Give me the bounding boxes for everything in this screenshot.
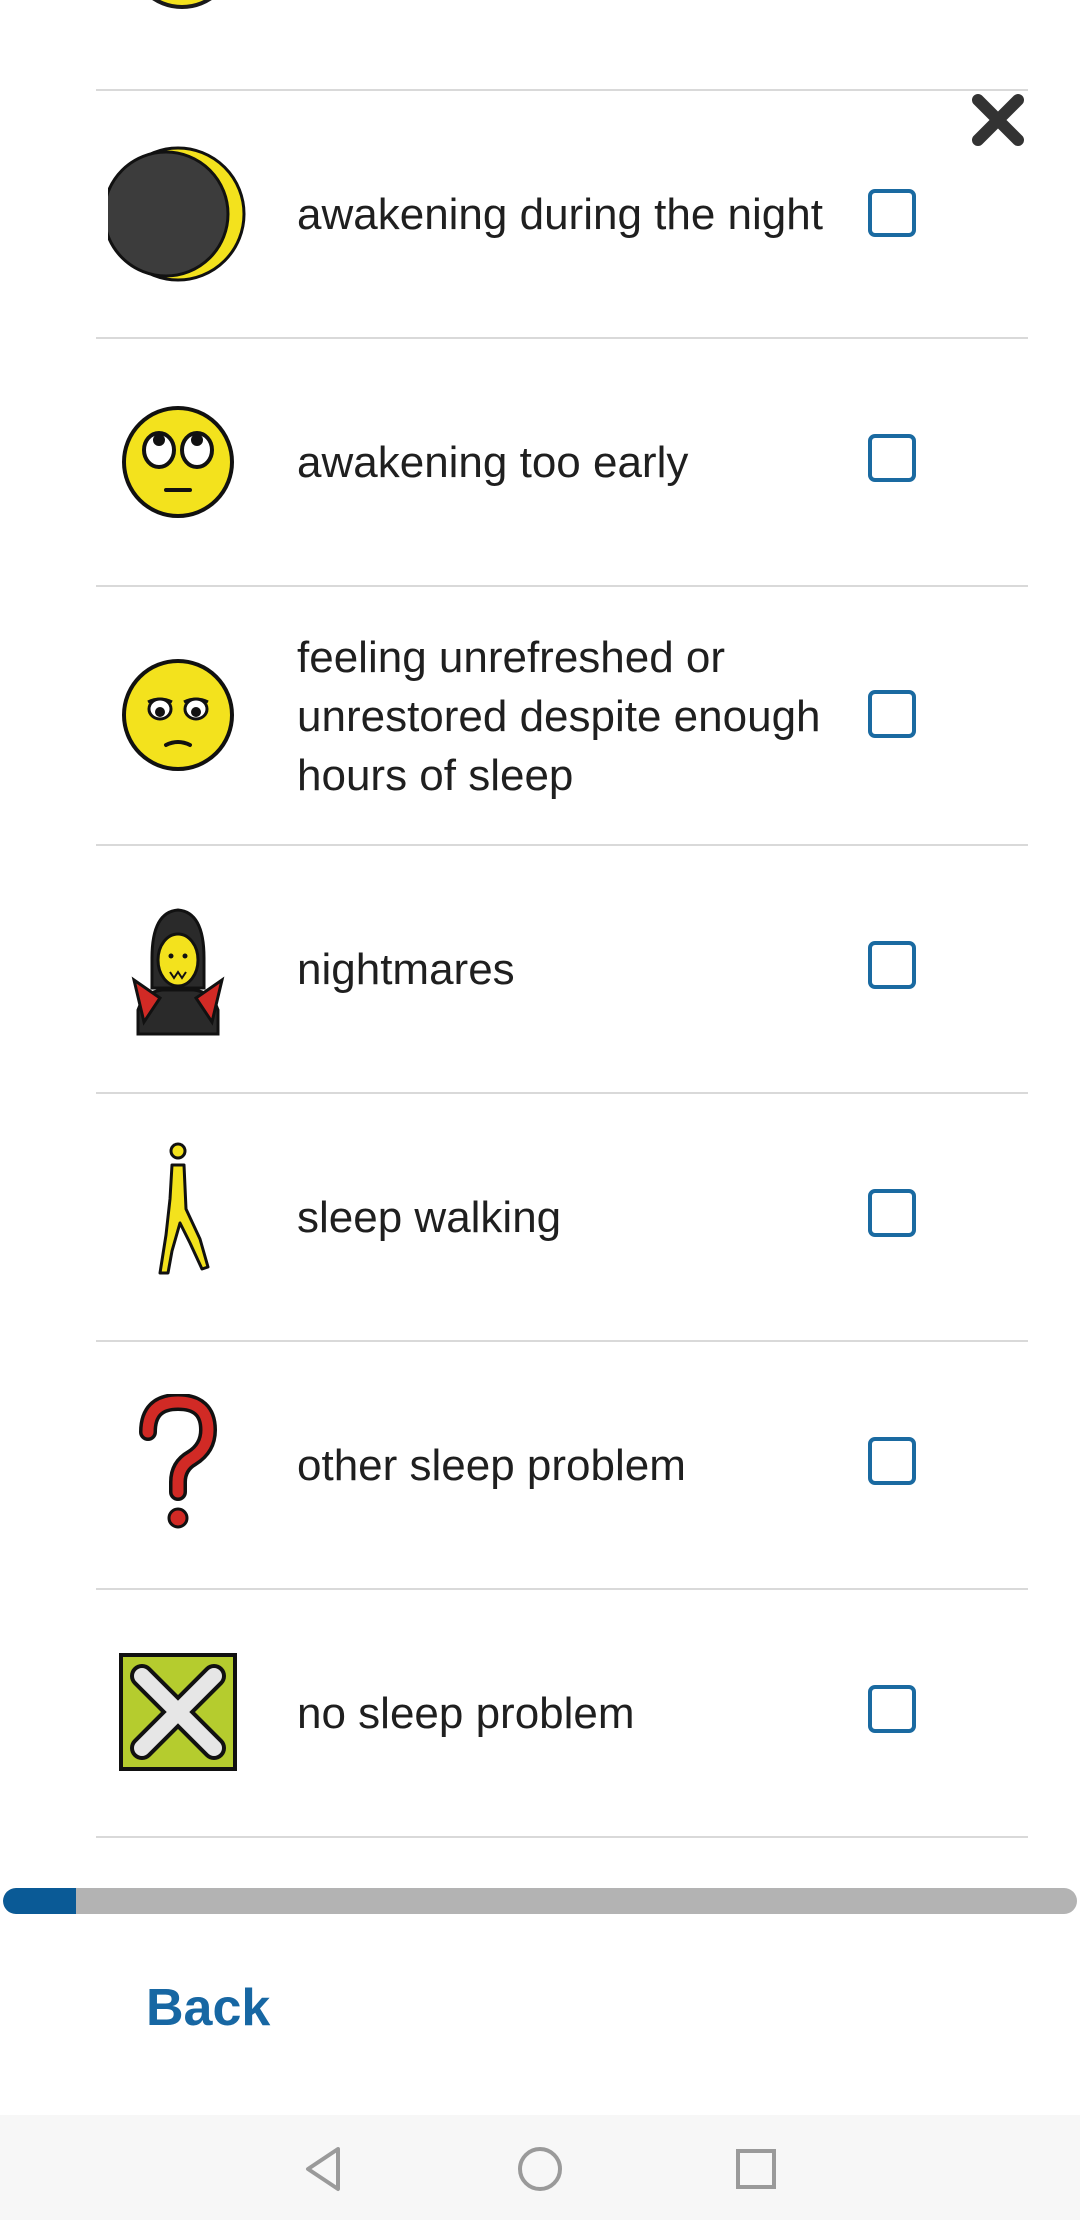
tired-face-icon <box>122 659 234 771</box>
option-row-no-problem[interactable]: no sleep problem <box>96 1590 1028 1836</box>
option-label: no sleep problem <box>297 1689 635 1738</box>
sleep-problems-screen: awakening during the night awakening too… <box>0 0 1080 2220</box>
moon-icon <box>108 146 246 282</box>
nav-home-icon[interactable] <box>512 2141 568 2197</box>
option-checkbox[interactable] <box>868 690 916 738</box>
divider <box>96 1836 1028 1838</box>
option-label: awakening too early <box>297 438 689 487</box>
option-label: feeling unrefreshed or unrestored despit… <box>297 633 821 800</box>
option-checkbox[interactable] <box>868 189 916 237</box>
walking-person-icon <box>158 1142 210 1275</box>
option-checkbox[interactable] <box>868 1189 916 1237</box>
progress-bar <box>3 1888 1077 1914</box>
option-row-sleep-walking[interactable]: sleep walking <box>96 1094 1028 1340</box>
system-navigation-bar <box>0 2115 1080 2220</box>
question-mark-icon <box>139 1394 218 1529</box>
option-checkbox[interactable] <box>868 1685 916 1733</box>
option-label: awakening during the night <box>297 190 823 239</box>
option-row-nightmares[interactable]: nightmares <box>96 846 1028 1092</box>
option-row-other-problem[interactable]: other sleep problem <box>96 1342 1028 1588</box>
option-label: sleep walking <box>297 1193 562 1242</box>
partial-emoji-icon <box>152 0 212 9</box>
option-label: nightmares <box>297 945 515 994</box>
nav-recents-icon[interactable] <box>728 2141 784 2197</box>
vampire-icon <box>131 908 225 1036</box>
back-button[interactable]: Back <box>146 1978 270 2038</box>
option-checkbox[interactable] <box>868 1437 916 1485</box>
progress-bar-fill <box>3 1888 77 1914</box>
eye-roll-face-icon <box>122 406 234 518</box>
option-label: other sleep problem <box>297 1441 686 1490</box>
option-row-awakening-night[interactable]: awakening during the night <box>96 91 1028 337</box>
option-checkbox[interactable] <box>868 941 916 989</box>
option-row-awakening-early[interactable]: awakening too early <box>96 339 1028 585</box>
option-row-unrefreshed[interactable]: feeling unrefreshed or unrestored despit… <box>96 587 1028 844</box>
option-checkbox[interactable] <box>868 434 916 482</box>
cross-mark-box-icon <box>119 1653 237 1771</box>
nav-back-icon[interactable] <box>296 2141 352 2197</box>
